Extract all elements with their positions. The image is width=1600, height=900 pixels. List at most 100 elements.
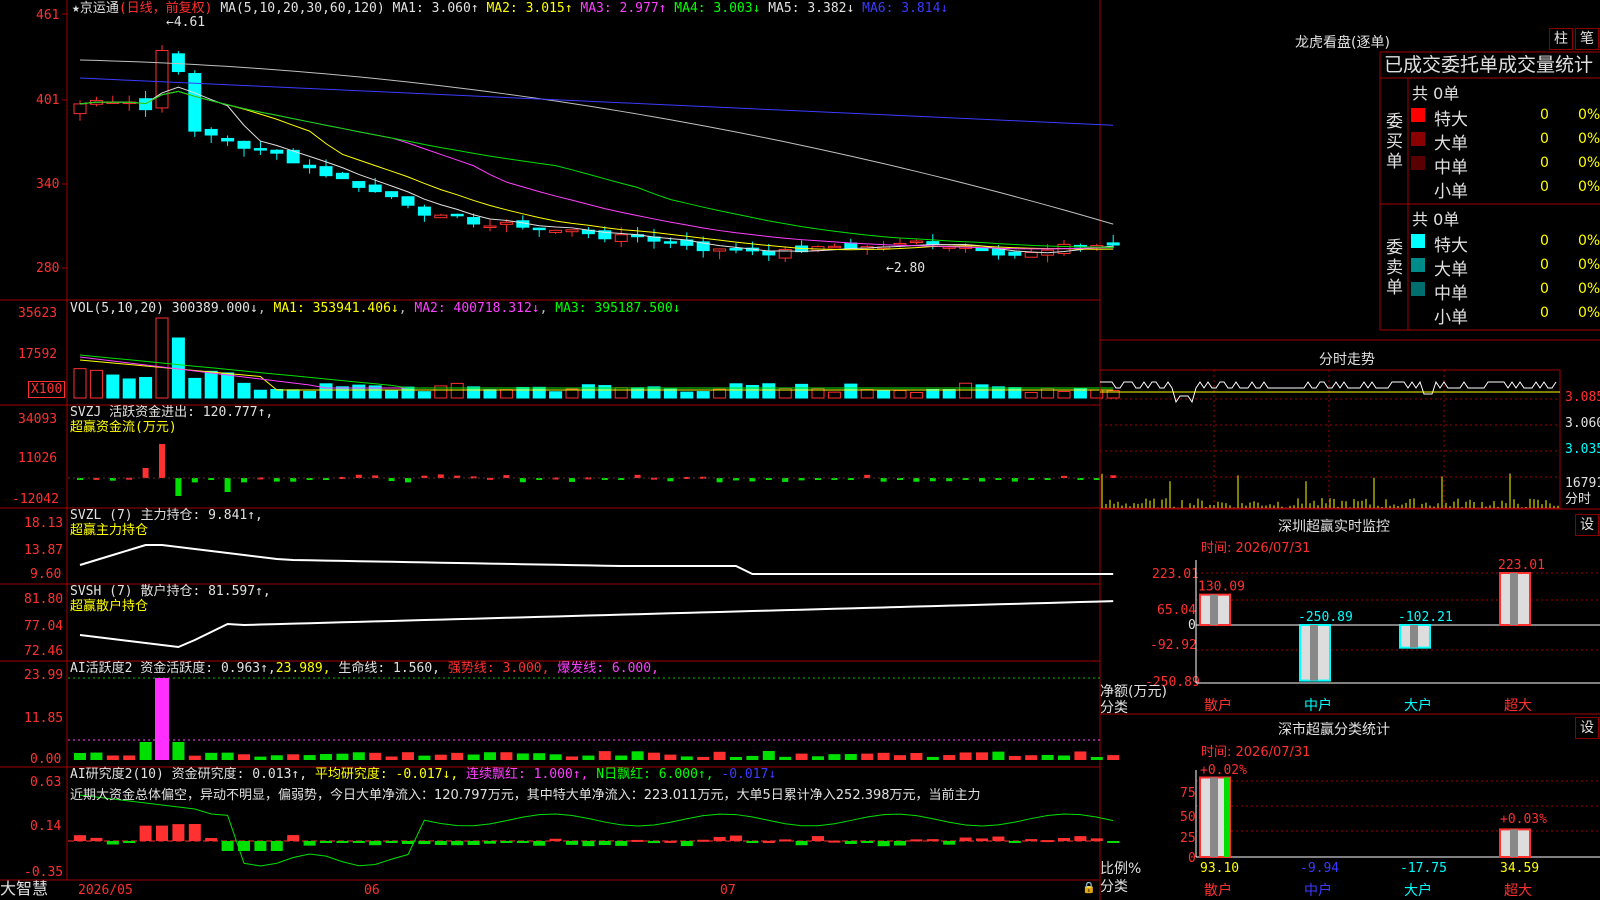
ai1-burst: 爆发线: 6.000, [557, 661, 659, 676]
activity-bar [1008, 755, 1021, 760]
research-bar [139, 825, 152, 841]
research-bar [254, 841, 267, 851]
research-bar [1041, 840, 1054, 843]
research-bar [123, 841, 136, 843]
legend-swatch [1411, 258, 1425, 272]
candle-down [729, 248, 743, 251]
order-size-label: 大单 [1434, 134, 1468, 154]
classify-title: 深市超赢分类统计 [1278, 722, 1390, 738]
research-bar [188, 823, 201, 841]
ma4-value: MA4: 3.003↓ [674, 1, 761, 16]
volume-bar [844, 383, 858, 399]
classify-top-label: +0.02% [1200, 763, 1247, 778]
fund-flow-bar [405, 478, 411, 483]
svsh-tick: 77.04 [24, 619, 64, 634]
svsh-title: SVSH (7) 散户持仓: 81.597↑, [70, 584, 271, 599]
research-bar [418, 841, 431, 845]
ai2-avg: 平均研究度: -0.017↓, [314, 767, 459, 782]
candle-down [844, 242, 858, 250]
candle-down [1008, 251, 1022, 256]
activity-bar [1107, 755, 1120, 760]
price-tick: 461 [36, 8, 60, 23]
date-tick: 07 [720, 883, 736, 898]
monitor-settings-button[interactable]: 设 [1575, 514, 1599, 536]
svzj-tick: 34093 [18, 412, 58, 427]
svzl-subtitle: 超赢主力持仓 [70, 523, 149, 538]
candle-down [352, 181, 366, 188]
retail-holding-line [79, 600, 1114, 649]
vol-unit-badge[interactable]: X100 [28, 381, 66, 398]
svzj-subtitle: 超赢资金流(万元) [70, 420, 177, 435]
research-bar [320, 841, 332, 843]
star-icon[interactable]: ★ [72, 1, 80, 16]
brand-logo[interactable]: 大智慧 [0, 880, 48, 898]
vol-ma2: MA2: 400718.312↓ [414, 301, 540, 316]
research-bar [943, 841, 956, 845]
ma-line-1 [79, 86, 1114, 254]
research-bar [910, 839, 923, 842]
ma1-value: MA1: 3.060↑ [392, 1, 479, 16]
legend-swatch [1411, 132, 1425, 146]
classify-ylabel: 比例% [1100, 861, 1142, 877]
activity-bar [1025, 755, 1038, 760]
order-count: 0 [1540, 179, 1549, 195]
research-bar [779, 839, 792, 842]
activity-bar [303, 755, 316, 760]
volume-bar [581, 384, 595, 399]
ai1-tick: 0.00 [30, 752, 62, 767]
activity-bar [795, 753, 808, 760]
candle-down [368, 184, 382, 193]
classify-tick: 25 [1180, 831, 1196, 846]
activity-bar [533, 753, 546, 760]
volume-bar [647, 386, 661, 399]
volume-bar [598, 385, 612, 399]
activity-bar [74, 752, 86, 760]
volume-bar [713, 388, 727, 399]
activity-bar [254, 756, 267, 760]
ai1-value2: 23.989, [275, 661, 331, 676]
activity-bar [730, 756, 742, 760]
volume-bar [253, 389, 267, 399]
research-bar [697, 839, 710, 842]
activity-bar [598, 751, 611, 760]
volume-bar [73, 368, 87, 399]
research-bar [500, 841, 513, 843]
order-percent: 0% [1578, 131, 1600, 147]
classify-settings-button[interactable]: 设 [1575, 717, 1599, 739]
ma6-value: MA6: 3.814↓ [862, 1, 949, 16]
column-view-button[interactable]: 柱 [1549, 28, 1573, 50]
ai2-tick: 0.14 [30, 819, 62, 834]
activity-bar [221, 752, 234, 760]
activity-bar [549, 754, 562, 760]
research-bar [1090, 838, 1103, 841]
research-bar [402, 841, 414, 844]
monitor-tick: -92.92 [1150, 638, 1197, 653]
activity-bar [369, 752, 382, 760]
research-bar [680, 841, 693, 847]
ai2-tick: 0.63 [30, 775, 62, 790]
low-marker: ←2.80 [886, 261, 926, 276]
svzj-tick: 11026 [18, 451, 58, 466]
volume-bar [729, 383, 743, 399]
period-label[interactable]: (日线，前复权) [119, 1, 213, 16]
tick-view-button[interactable]: 笔 [1575, 28, 1599, 50]
candle-down [467, 217, 481, 225]
activity-bar [106, 755, 119, 760]
research-bar [598, 841, 611, 846]
candle-down [417, 206, 431, 216]
sell-orders-label: 委卖单 [1386, 238, 1403, 298]
candle-up [499, 221, 513, 225]
research-bar [451, 841, 464, 846]
minute-frame [1099, 369, 1561, 509]
fund-flow-bar [290, 478, 297, 482]
lock-icon[interactable]: 🔒 [1082, 880, 1096, 895]
research-line [79, 794, 1114, 867]
fund-flow-bar [782, 478, 789, 482]
monitor-tick: 0 [1188, 618, 1196, 633]
order-count: 0 [1540, 233, 1549, 249]
research-bar [434, 841, 447, 846]
candle-down [532, 227, 546, 231]
volume-bar [286, 389, 300, 399]
research-bar [812, 836, 824, 841]
svsh-tick: 81.80 [24, 592, 64, 607]
